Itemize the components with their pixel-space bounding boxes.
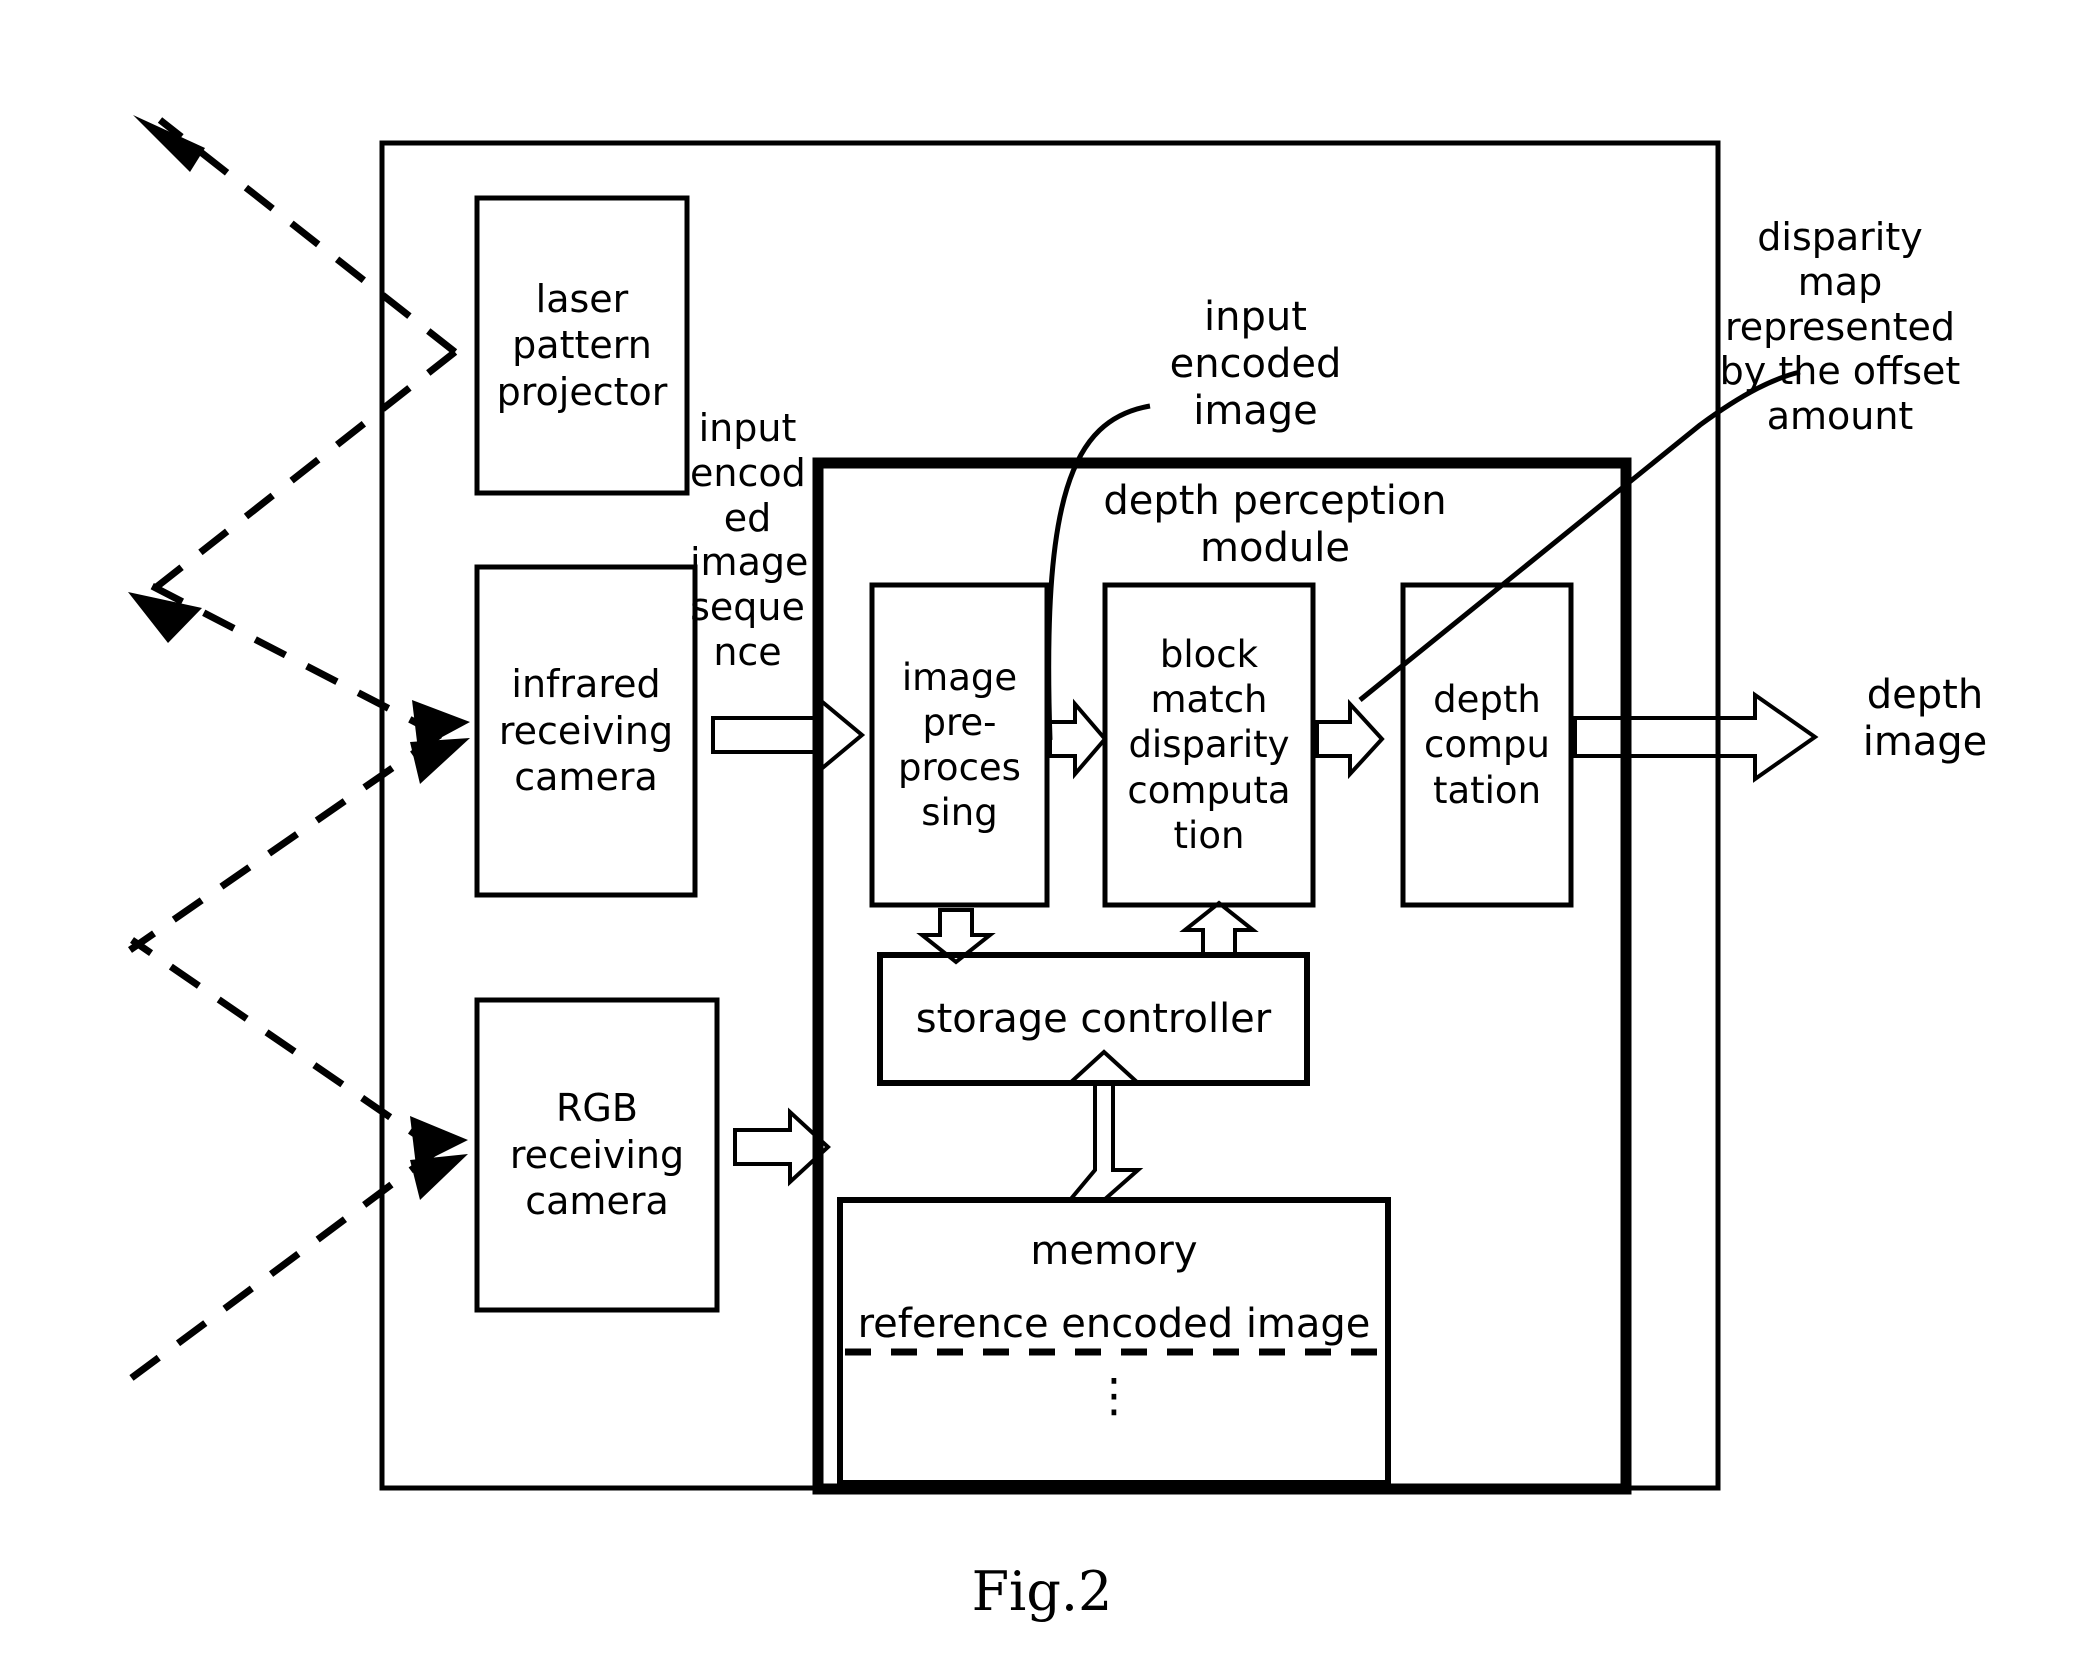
ray-outgoing-lower xyxy=(148,581,442,739)
rgb-camera-label: RGB receiving camera xyxy=(509,1086,685,1224)
arrowhead-into-ir-camera-b xyxy=(410,738,470,784)
arrow-storage-to-blockmatch xyxy=(1179,900,1259,957)
figure-canvas: laser pattern projector infrared receivi… xyxy=(0,0,2084,1676)
laser-projector-label: laser pattern projector xyxy=(496,276,668,414)
arrowhead-into-rgb-camera-a xyxy=(410,1116,468,1166)
image-preprocessing-label: image pre- proces sing xyxy=(898,655,1021,835)
arrowhead-up-left-1 xyxy=(133,115,205,172)
figure-caption: Fig.2 xyxy=(971,1560,1113,1623)
arrow-rgb-to-module xyxy=(733,1107,831,1187)
arrow-blockmatch-to-depthcomp xyxy=(1315,698,1385,780)
block-match-label: block match disparity computa tion xyxy=(1127,633,1291,857)
depth-computation-label: depth compu tation xyxy=(1424,678,1550,812)
arrowhead-into-rgb-camera-b xyxy=(410,1154,468,1200)
arrowhead-up-left-2 xyxy=(128,592,202,643)
storage-controller-label: storage controller xyxy=(915,995,1272,1042)
arrowhead-into-ir-camera-a xyxy=(412,700,470,750)
ray-outgoing-upper xyxy=(157,117,458,355)
ray-incoming-lower xyxy=(128,732,442,953)
memory-content-label: reference encoded image xyxy=(857,1301,1371,1347)
ray-incoming-lowest xyxy=(119,1147,441,1388)
arrow-depthcomp-to-depthimage xyxy=(1573,691,1819,783)
depth-perception-module-title: depth perception module xyxy=(1103,478,1447,572)
laser-ray-group xyxy=(119,117,458,1388)
memory-ellipsis-label: ⋮ xyxy=(1091,1368,1137,1422)
ray-outgoing-lowest xyxy=(130,937,440,1153)
infrared-camera-label: infrared receiving camera xyxy=(498,662,674,800)
input-encoded-image-sequence-label: input encod ed image seque nce xyxy=(690,406,809,675)
disparity-map-label: disparity map represented by the offset … xyxy=(1719,215,1961,439)
memory-title-label: memory xyxy=(1030,1228,1198,1274)
ray-arrowheads xyxy=(128,115,470,1200)
arrow-preprocessing-to-blockmatch xyxy=(1048,698,1108,780)
arrow-ir-to-preprocessing xyxy=(711,695,866,775)
depth-image-label: depth image xyxy=(1862,672,1988,766)
input-encoded-image-label: input encoded image xyxy=(1169,294,1342,435)
ray-incoming-upper xyxy=(137,349,458,603)
